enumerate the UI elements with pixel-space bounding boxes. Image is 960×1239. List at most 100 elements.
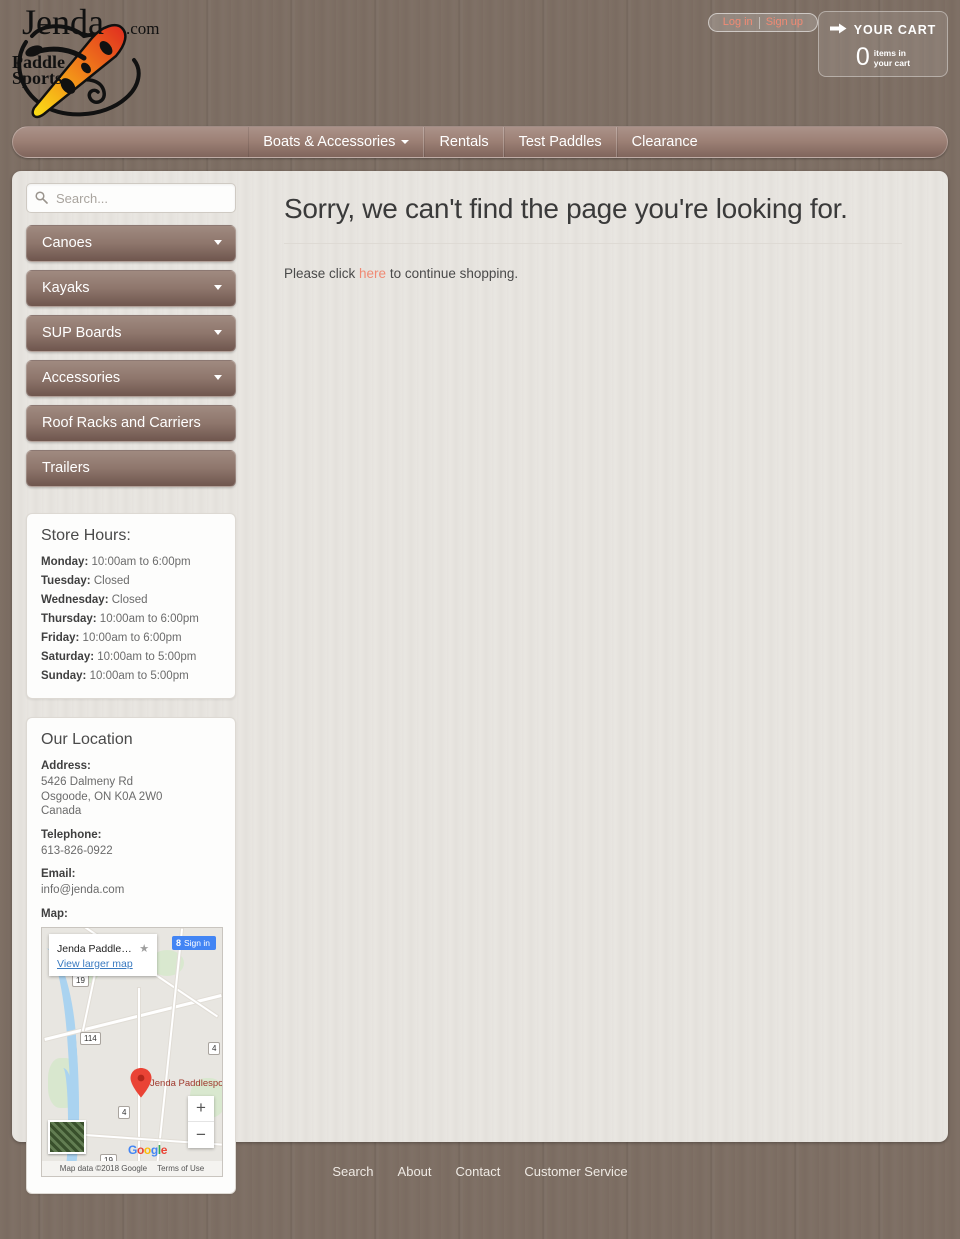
- sidebar-item-label: SUP Boards: [42, 325, 122, 341]
- signup-link[interactable]: Sign up: [761, 14, 808, 31]
- nav-label: Boats & Accessories: [263, 134, 396, 150]
- main-navigation: Boats & Accessories Rentals Test Paddles…: [12, 126, 948, 158]
- map-attribution: Map data ©2018 Google: [59, 1163, 148, 1173]
- map-label: Map:: [41, 907, 68, 920]
- store-hours-value: Closed: [111, 594, 148, 606]
- map-info-window: Jenda Paddle… ★ View larger map: [49, 933, 158, 976]
- sidebar: Canoes Kayaks SUP Boards Accessories Roo…: [26, 183, 236, 1194]
- map-attribution-bar: Map data ©2018 Google Terms of Use: [42, 1160, 222, 1176]
- map-terms-link[interactable]: Terms of Use: [157, 1164, 204, 1173]
- cart-subtext: items in your cart: [874, 48, 910, 68]
- sidebar-item-kayaks[interactable]: Kayaks: [26, 270, 236, 307]
- map-zoom-out-button[interactable]: −: [188, 1122, 214, 1148]
- store-hours-row: Monday: 10:00am to 6:00pm: [41, 556, 221, 568]
- store-hours-value: 10:00am to 5:00pm: [97, 651, 197, 663]
- body-suffix: to continue shopping.: [386, 266, 519, 281]
- location-map[interactable]: 19 114 4 4 19 Jenda Paddle… ★ View large…: [41, 926, 223, 1177]
- address-value: 5426 Dalmeny Rd Osgoode, ON K0A 2W0 Cana…: [41, 775, 221, 819]
- footer-link-about[interactable]: About: [398, 1164, 432, 1179]
- address-line-2: Osgoode, ON K0A 2W0: [41, 790, 163, 803]
- search-box: [26, 183, 236, 213]
- chevron-down-icon: [214, 240, 222, 245]
- cart-title: YOUR CART: [853, 23, 937, 37]
- chevron-down-icon: [401, 140, 410, 144]
- email-value: info@jenda.com: [41, 884, 125, 896]
- search-input[interactable]: [26, 183, 236, 213]
- store-hours-row: Thursday: 10:00am to 6:00pm: [41, 613, 221, 625]
- arrow-right-icon: [829, 21, 847, 39]
- sidebar-item-accessories[interactable]: Accessories: [26, 360, 236, 397]
- chevron-down-icon: [214, 375, 222, 380]
- store-hours-card: Store Hours: Monday: 10:00am to 6:00pm T…: [26, 513, 236, 699]
- our-location-card: Our Location Address: 5426 Dalmeny Rd Os…: [26, 717, 236, 1194]
- svg-text:.com: .com: [126, 19, 160, 38]
- map-route-badge: 4: [118, 1105, 131, 1119]
- cart-item-count: 0: [855, 43, 870, 71]
- store-hours-row: Tuesday: Closed: [41, 575, 221, 587]
- nav-label: Rentals: [439, 134, 489, 150]
- map-zoom-controls: + −: [188, 1095, 214, 1148]
- cart-subtext-line1: items in: [873, 47, 906, 58]
- login-link[interactable]: Log in: [718, 14, 758, 31]
- email-label: Email:: [41, 868, 76, 880]
- sidebar-item-label: Trailers: [42, 460, 90, 476]
- store-hours-day: Friday:: [41, 632, 80, 644]
- store-hours-value: 10:00am to 5:00pm: [89, 670, 189, 682]
- footer-link-search[interactable]: Search: [332, 1164, 373, 1179]
- map-pin-icon[interactable]: [130, 1067, 152, 1103]
- cart-subtext-line2: your cart: [873, 57, 911, 68]
- store-hours-day: Monday:: [41, 556, 89, 568]
- nav-item-clearance[interactable]: Clearance: [616, 127, 712, 157]
- sidebar-item-roof-racks-and-carriers[interactable]: Roof Racks and Carriers: [26, 405, 236, 442]
- sidebar-item-trailers[interactable]: Trailers: [26, 450, 236, 487]
- nav-item-rentals[interactable]: Rentals: [424, 127, 504, 157]
- view-larger-map-link[interactable]: View larger map: [57, 958, 149, 970]
- map-zoom-in-button[interactable]: +: [188, 1096, 214, 1122]
- page-body-text: Please click here to continue shopping.: [284, 266, 902, 281]
- map-route-badge: 4: [208, 1041, 221, 1055]
- sidebar-item-label: Accessories: [42, 370, 121, 386]
- star-icon[interactable]: ★: [139, 943, 149, 955]
- telephone-label: Telephone:: [41, 828, 102, 841]
- nav-item-boats-accessories[interactable]: Boats & Accessories: [248, 127, 425, 157]
- sidebar-item-canoes[interactable]: Canoes: [26, 225, 236, 262]
- store-hours-day: Thursday:: [41, 613, 97, 625]
- store-hours-day: Tuesday:: [41, 575, 91, 587]
- nav-item-test-paddles[interactable]: Test Paddles: [503, 127, 617, 157]
- page-container: Canoes Kayaks SUP Boards Accessories Roo…: [12, 171, 948, 1194]
- store-hours-value: 10:00am to 6:00pm: [99, 613, 199, 625]
- body-prefix: Please click: [284, 266, 360, 281]
- site-logo[interactable]: Jenda .com Paddle Sports: [8, 2, 178, 122]
- store-hours-value: 10:00am to 6:00pm: [82, 632, 182, 644]
- map-signin-button[interactable]: 8 Sign in: [171, 935, 216, 950]
- store-hours-title: Store Hours:: [41, 527, 131, 544]
- footer-link-contact[interactable]: Contact: [456, 1164, 501, 1179]
- map-place-name: Jenda Paddle…: [57, 942, 132, 955]
- site-header: Jenda .com Paddle Sports Log in Sign up …: [0, 0, 960, 126]
- chevron-down-icon: [214, 330, 222, 335]
- nav-label: Test Paddles: [518, 134, 602, 150]
- map-satellite-thumbnail[interactable]: [48, 1119, 86, 1154]
- store-hours-row: Friday: 10:00am to 6:00pm: [41, 632, 221, 644]
- telephone-value: 613-826-0922: [41, 844, 113, 857]
- nav-label: Clearance: [631, 134, 698, 150]
- our-location-title: Our Location: [41, 731, 133, 748]
- account-divider: [758, 16, 760, 29]
- footer-link-customer-service[interactable]: Customer Service: [524, 1164, 627, 1179]
- address-line-3: Canada: [41, 805, 82, 817]
- sidebar-item-label: Canoes: [42, 235, 92, 251]
- store-hours-row: Saturday: 10:00am to 5:00pm: [41, 651, 221, 663]
- main-content: Sorry, we can't find the page you're loo…: [236, 183, 934, 1130]
- svg-text:Jenda: Jenda: [22, 2, 104, 42]
- sidebar-item-sup-boards[interactable]: SUP Boards: [26, 315, 236, 352]
- sidebar-item-label: Kayaks: [42, 280, 90, 296]
- page-title: Sorry, we can't find the page you're loo…: [284, 193, 902, 244]
- store-hours-row: Wednesday: Closed: [41, 594, 221, 606]
- store-hours-day: Wednesday:: [41, 594, 109, 606]
- store-hours-row: Sunday: 10:00am to 5:00pm: [41, 670, 221, 682]
- cart-header: YOUR CART: [819, 12, 947, 39]
- account-links: Log in Sign up: [707, 13, 818, 32]
- continue-shopping-link[interactable]: here: [359, 266, 386, 281]
- cart-summary[interactable]: YOUR CART 0 items in your cart: [818, 11, 948, 77]
- google-logo: Google: [128, 1142, 167, 1157]
